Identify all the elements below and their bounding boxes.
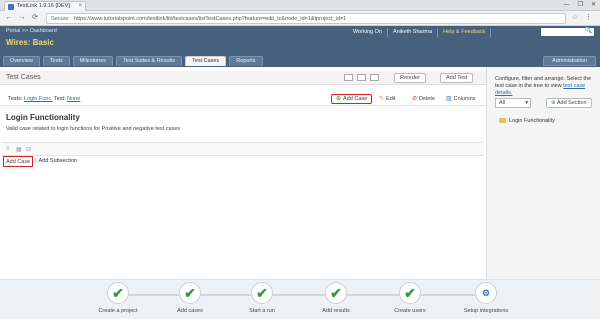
favicon-icon	[8, 4, 14, 10]
separator: |	[35, 158, 37, 164]
workflow-step-add-results[interactable]: ✔ Add results	[306, 282, 366, 314]
editor-toolbar: ≡ ▦ ⊟	[2, 142, 484, 156]
tree-item[interactable]: Login Functionality	[499, 118, 555, 124]
add-links-row: Add Case | Add Subsection	[3, 156, 77, 167]
project-title: Wires: Basic	[6, 38, 54, 47]
workflow-step-label: Add results	[322, 308, 350, 314]
url-field[interactable]: Secure https://www.tutorialspoint.com/te…	[46, 13, 566, 24]
tab-milestones[interactable]: Milestones	[72, 56, 114, 66]
browser-menu-icon[interactable]: ⋮	[585, 13, 592, 21]
workflow-step-label: Create a project	[98, 308, 138, 314]
forward-icon[interactable]: →	[17, 13, 27, 23]
view-grid-icon[interactable]	[357, 74, 366, 81]
header-search-input[interactable]: 🔍	[541, 28, 594, 36]
tab-administration[interactable]: Administration	[543, 56, 596, 66]
secure-label: Secure	[51, 16, 69, 22]
close-window-icon[interactable]: ✕	[591, 0, 596, 10]
sidebar-help: Configure, filter and arrange. Select th…	[495, 76, 592, 96]
add-case-link[interactable]: Add Case	[3, 156, 34, 167]
collapse-icon[interactable]: ⊟	[26, 146, 31, 153]
app-header: Portal >> Dashboard Wires: Basic Working…	[0, 26, 600, 56]
add-icon: ⊕	[551, 100, 556, 106]
check-icon: ✔	[399, 282, 421, 304]
workflow-step-label: Setup integrations	[463, 308, 509, 314]
workflow-step-create-project[interactable]: ✔ Create a project	[88, 282, 148, 314]
back-icon[interactable]: ←	[4, 13, 14, 23]
tab-close-icon[interactable]: ×	[78, 2, 82, 11]
nav-tabs: Overview Tests Milestones Test Suites & …	[3, 56, 263, 66]
tab-test-suites[interactable]: Test Suites & Results	[116, 56, 183, 66]
tab-overview[interactable]: Overview	[3, 56, 40, 66]
user-link[interactable]: Aniketh Sharma	[388, 28, 439, 37]
table-icon[interactable]: ▦	[16, 146, 22, 153]
tests-filter: Tests: Login Func.	[8, 96, 53, 102]
view-split-icon[interactable]	[370, 74, 379, 81]
add-test-button[interactable]: Add Test	[440, 73, 474, 83]
section-title: Login Functionality	[6, 113, 80, 122]
section-filter-select[interactable]: All ▾	[495, 98, 531, 108]
add-section-button[interactable]: ⊕ Add Section	[546, 98, 592, 108]
reload-icon[interactable]: ⟳	[30, 13, 40, 23]
workflow-step-label: Start a run	[249, 308, 275, 314]
tab-reports[interactable]: Reports	[229, 56, 263, 66]
chevron-down-icon: ▾	[525, 100, 528, 106]
workflow-bar: ✔ Create a project ✔ Add cases ✔ Start a…	[0, 279, 600, 319]
delete-icon: ⊘	[412, 96, 418, 102]
add-icon: ⊕	[336, 96, 342, 102]
view-list-icon[interactable]	[344, 74, 353, 81]
working-on-link[interactable]: Working On	[348, 28, 388, 37]
window-controls: — ❐ ✕	[564, 0, 596, 10]
reorder-button[interactable]: Reorder	[394, 73, 426, 83]
header-links: Working On Aniketh Sharma Help & Feedbac…	[348, 28, 492, 37]
edit-button[interactable]: ✎ Edit	[374, 94, 401, 104]
help-link[interactable]: Help & Feedback	[438, 28, 492, 37]
add-subsection-link[interactable]: Add Subsection	[39, 156, 78, 167]
test-filter-link[interactable]: None	[67, 96, 80, 102]
check-icon: ✔	[107, 282, 129, 304]
main-panel: Test Cases Reorder Add Test Tests: Login…	[0, 67, 486, 279]
maximize-icon[interactable]: ❐	[578, 0, 583, 10]
workflow-step-setup-integrations[interactable]: ⚙ Setup integrations	[456, 282, 516, 314]
check-icon: ✔	[179, 282, 201, 304]
panel-title: Test Cases	[6, 74, 41, 81]
columns-button[interactable]: ▥ Columns	[441, 94, 480, 104]
search-icon[interactable]: 🔍	[585, 27, 592, 34]
test-filter: Test: None	[54, 96, 81, 102]
breadcrumb[interactable]: Portal >> Dashboard	[6, 28, 57, 34]
tab-title: TestLink 1.9.16 [DEV]	[17, 3, 70, 9]
workflow-step-add-cases[interactable]: ✔ Add cases	[160, 282, 220, 314]
browser-tab-bar: TestLink 1.9.16 [DEV] × — ❐ ✕	[0, 0, 600, 11]
address-bar: ← → ⟳ Secure https://www.tutorialspoint.…	[0, 11, 600, 26]
workflow-step-label: Create users	[394, 308, 426, 314]
main-nav: Overview Tests Milestones Test Suites & …	[0, 56, 600, 67]
add-case-button[interactable]: ⊕ Add Case	[331, 94, 373, 104]
align-icon[interactable]: ≡	[6, 146, 10, 152]
minimize-icon[interactable]: —	[564, 0, 570, 10]
sidebar: Configure, filter and arrange. Select th…	[486, 67, 600, 279]
check-icon: ✔	[251, 282, 273, 304]
delete-button[interactable]: ⊘ Delete	[407, 94, 440, 104]
pencil-icon: ✎	[379, 96, 385, 102]
tab-test-cases[interactable]: Test Cases	[185, 56, 227, 66]
view-toggle-icons	[344, 74, 379, 81]
workflow-step-create-users[interactable]: ✔ Create users	[380, 282, 440, 314]
section-description: Valid case related to login functions fo…	[6, 126, 181, 132]
browser-tab[interactable]: TestLink 1.9.16 [DEV] ×	[4, 1, 86, 11]
workflow-step-label: Add cases	[177, 308, 203, 314]
tab-tests[interactable]: Tests	[42, 56, 70, 66]
tests-filter-link[interactable]: Login Func.	[24, 96, 53, 102]
gear-icon: ⚙	[475, 282, 497, 304]
folder-icon	[499, 118, 506, 124]
workflow-step-start-run[interactable]: ✔ Start a run	[232, 282, 292, 314]
bookmark-star-icon[interactable]: ☆	[572, 13, 578, 21]
url-text: https://www.tutorialspoint.com/testlink/…	[73, 16, 347, 22]
check-icon: ✔	[325, 282, 347, 304]
panel-header: Test Cases Reorder Add Test	[0, 71, 486, 85]
action-row: Tests: Login Func. Test: None ⊕ Add Case …	[0, 93, 486, 106]
columns-icon: ▥	[446, 96, 452, 102]
